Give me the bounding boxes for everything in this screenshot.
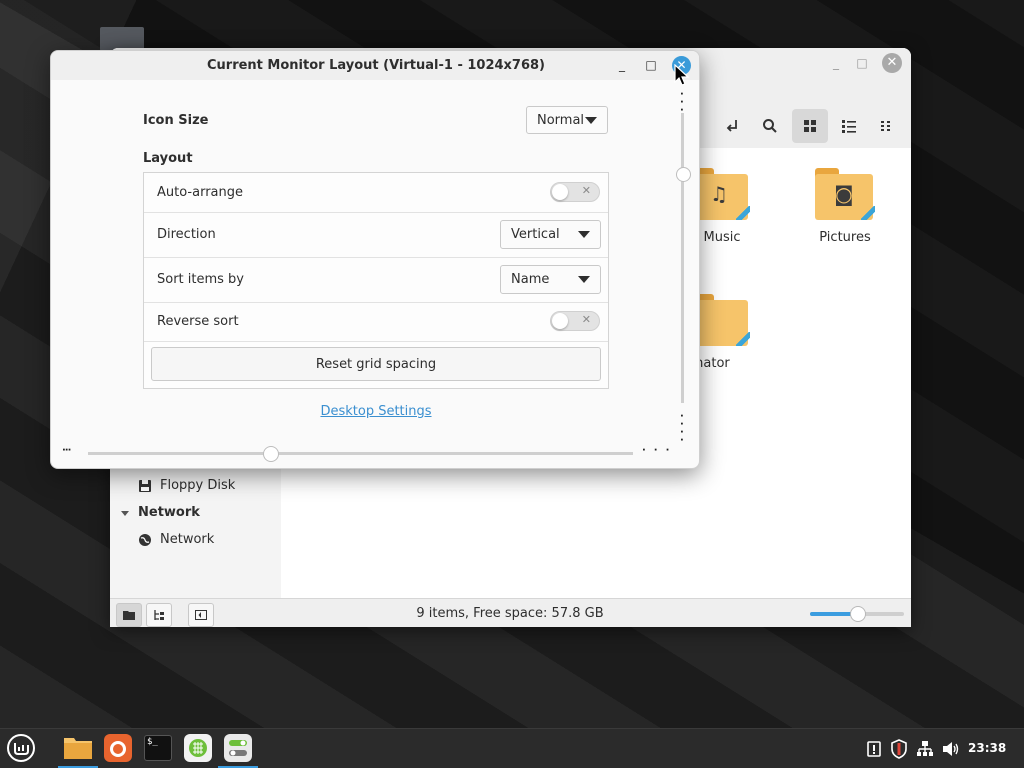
globe-icon <box>139 533 151 546</box>
horizontal-scrollbar[interactable] <box>88 452 633 455</box>
taskbar-software-manager-button[interactable] <box>182 732 214 764</box>
reset-grid-spacing-button[interactable]: Reset grid spacing <box>151 347 601 381</box>
auto-arrange-switch[interactable]: ✕ <box>550 182 600 202</box>
fm-minimize-button[interactable]: _ <box>828 55 844 71</box>
folder-small-icon <box>123 611 135 620</box>
icon-size-label: Icon Size <box>143 113 209 128</box>
firefox-icon <box>104 734 132 762</box>
reverse-sort-row: Reverse sort ✕ <box>144 303 608 342</box>
icon-size-value: Normal <box>537 112 585 128</box>
fm-maximize-button[interactable]: □ <box>854 55 870 71</box>
layout-settings-group: Auto-arrange ✕ Direction Vertical Sort i… <box>143 172 609 389</box>
search-button[interactable] <box>752 109 788 143</box>
floppy-disk-icon <box>139 479 151 492</box>
sidebar-section-network[interactable]: Network <box>120 505 200 520</box>
icon-size-dropdown[interactable]: Normal <box>526 106 608 134</box>
grid-view-icon <box>804 120 816 132</box>
monitor-layout-dialog: Current Monitor Layout (Virtual-1 - 1024… <box>50 50 700 469</box>
mouse-pointer-icon <box>674 64 690 86</box>
desktop-settings-link[interactable]: Desktop Settings <box>276 404 476 419</box>
zoom-slider[interactable] <box>810 606 904 622</box>
software-manager-icon <box>184 734 212 762</box>
direction-value: Vertical <box>511 227 560 242</box>
fm-close-button[interactable]: ✕ <box>882 53 902 73</box>
go-back-up-button[interactable] <box>714 109 750 143</box>
search-icon <box>763 119 777 133</box>
vertical-scrollbar[interactable] <box>681 113 684 403</box>
taskbar-settings-button[interactable] <box>218 732 258 768</box>
switch-off-icon: ✕ <box>581 184 591 197</box>
show-treeview-button[interactable] <box>146 603 172 627</box>
list-view-button[interactable] <box>831 109 867 143</box>
sort-by-label: Sort items by <box>157 272 245 287</box>
layout-heading: Layout <box>143 151 193 166</box>
icon-view-button[interactable] <box>792 109 828 143</box>
reverse-sort-switch[interactable]: ✕ <box>550 311 600 331</box>
zoom-slider-handle[interactable] <box>850 606 866 622</box>
sidebar-section-label: Network <box>138 505 200 520</box>
switch-knob <box>552 184 568 200</box>
terminal-icon: $_ <box>144 735 172 761</box>
sidebar-item-label: Floppy Disk <box>160 478 236 493</box>
taskbar-firefox-button[interactable] <box>102 732 134 764</box>
sidebar-item-network[interactable]: Network <box>138 532 214 547</box>
tree-view-icon <box>154 610 164 620</box>
taskbar-clock[interactable]: 23:38 <box>968 741 1006 755</box>
sort-by-dropdown[interactable]: Name <box>500 265 601 294</box>
settings-toggles-icon <box>224 734 252 762</box>
dropdown-arrow-icon <box>578 276 590 283</box>
chevron-down-icon <box>121 510 129 516</box>
horizontal-scroll-handle[interactable] <box>263 446 279 462</box>
status-bar: 9 items, Free space: 57.8 GB <box>110 598 911 627</box>
taskbar: $_ 23:38 <box>0 728 1024 768</box>
vertical-scroll-handle[interactable] <box>676 167 691 182</box>
dialog-titlebar[interactable]: Current Monitor Layout (Virtual-1 - 1024… <box>51 51 699 80</box>
direction-label: Direction <box>157 227 216 242</box>
show-places-button[interactable] <box>116 603 142 627</box>
direction-row: Direction Vertical <box>144 213 608 258</box>
dialog-maximize-button[interactable]: □ <box>643 57 659 73</box>
auto-arrange-label: Auto-arrange <box>157 185 243 200</box>
update-manager-icon[interactable] <box>866 740 882 758</box>
vertical-scroll-dots-top: · · · <box>680 89 684 116</box>
status-text: 9 items, Free space: 57.8 GB <box>416 606 604 621</box>
direction-dropdown[interactable]: Vertical <box>500 220 601 249</box>
camera-icon: ◙ <box>834 182 854 206</box>
files-icon <box>64 738 92 759</box>
sort-by-value: Name <box>511 272 550 287</box>
vertical-scroll-dots-bottom: · · · · <box>680 411 684 446</box>
reverse-sort-label: Reverse sort <box>157 314 239 329</box>
network-wired-icon[interactable] <box>916 740 934 758</box>
folder-pictures[interactable]: ◙ <box>815 168 875 224</box>
horizontal-scroll-dots-left: ··· <box>62 445 71 456</box>
compact-view-icon <box>881 121 890 131</box>
sort-by-row: Sort items by Name <box>144 258 608 303</box>
folder-label[interactable]: Pictures <box>810 230 880 245</box>
taskbar-files-button[interactable] <box>58 732 98 768</box>
volume-icon[interactable] <box>942 741 960 757</box>
sidebar-item-floppy[interactable]: Floppy Disk <box>138 478 235 493</box>
dropdown-arrow-icon <box>585 117 597 124</box>
shield-icon[interactable] <box>890 739 908 759</box>
sidebar-item-label: Network <box>160 532 215 547</box>
compact-view-button[interactable] <box>869 109 905 143</box>
auto-arrange-row: Auto-arrange ✕ <box>144 173 608 213</box>
dialog-title: Current Monitor Layout (Virtual-1 - 1024… <box>206 58 546 73</box>
toggle-sidebar-button[interactable] <box>188 603 214 627</box>
horizontal-scroll-dots-right: ··· <box>642 445 678 456</box>
start-menu-button[interactable] <box>5 732 37 764</box>
switch-knob <box>552 313 568 329</box>
dialog-minimize-button[interactable]: _ <box>614 57 630 73</box>
sidebar-toggle-icon <box>195 610 207 620</box>
return-arrow-icon <box>726 120 737 132</box>
mint-logo-icon <box>7 734 35 762</box>
dropdown-arrow-icon <box>578 231 590 238</box>
list-view-icon <box>842 120 856 133</box>
switch-off-icon: ✕ <box>581 313 591 326</box>
taskbar-terminal-button[interactable]: $_ <box>142 732 174 764</box>
